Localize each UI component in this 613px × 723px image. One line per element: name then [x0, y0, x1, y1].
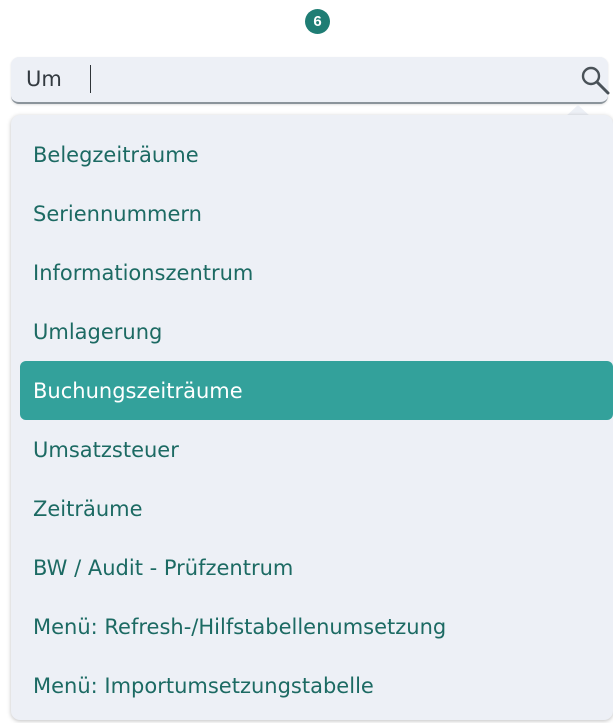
- search-icon[interactable]: [577, 65, 613, 95]
- result-item[interactable]: Belegzeiträume: [20, 125, 613, 184]
- result-item[interactable]: Umlagerung: [20, 302, 613, 361]
- result-item[interactable]: Seriennummern: [20, 184, 613, 243]
- result-item[interactable]: Umsatzsteuer: [20, 420, 613, 479]
- result-item[interactable]: Informationszentrum: [20, 243, 613, 302]
- result-item[interactable]: BW / Audit - Prüfzentrum: [20, 538, 613, 597]
- result-item-selected[interactable]: Buchungszeiträume: [20, 361, 613, 420]
- result-item[interactable]: Zeiträume: [20, 479, 613, 538]
- result-item[interactable]: Menü: Importumsetzungstabelle: [20, 656, 613, 715]
- search-results-dropdown: Belegzeiträume Seriennummern Information…: [11, 115, 613, 720]
- search-box[interactable]: [11, 57, 610, 104]
- text-cursor: [90, 65, 91, 93]
- step-number-badge: 6: [305, 9, 330, 34]
- result-item[interactable]: Menü: Refresh-/Hilfstabellenumsetzung: [20, 597, 613, 656]
- search-input[interactable]: [26, 64, 546, 94]
- search-results-list: Belegzeiträume Seriennummern Information…: [11, 125, 613, 715]
